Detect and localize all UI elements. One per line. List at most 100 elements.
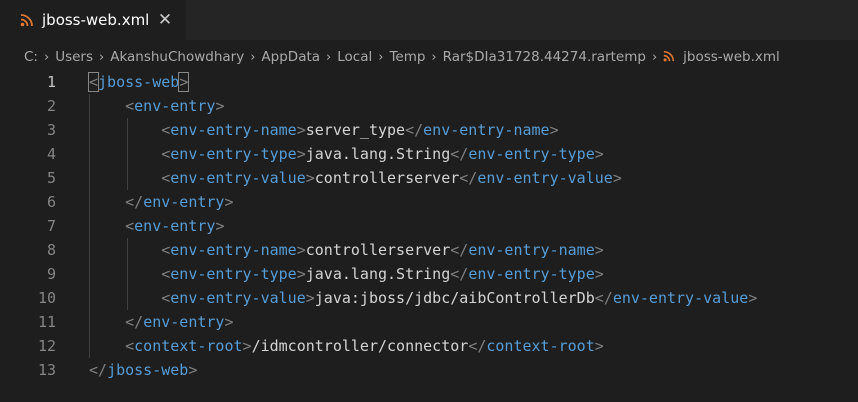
code-content: <env-entry-value>java:jboss/jdbc/aibCont… <box>89 286 757 310</box>
xml-text <box>89 337 125 355</box>
xml-bracket: > <box>594 145 604 163</box>
xml-tag-name: env-entry-name <box>170 121 297 139</box>
xml-tag-name: env-entry-type <box>468 265 595 283</box>
code-line[interactable]: 9 <env-entry-type>java.lang.String</env-… <box>0 262 858 286</box>
code-line[interactable]: 11 </env-entry> <box>0 310 858 334</box>
xml-tag-name: env-entry-value <box>612 289 749 307</box>
line-number: 1 <box>46 73 56 91</box>
xml-bracket: </ <box>89 361 108 379</box>
xml-bracket: > <box>242 337 252 355</box>
line-number: 9 <box>46 265 56 283</box>
code-line[interactable]: 8 <env-entry-name>controllerserver</env-… <box>0 238 858 262</box>
code-editor[interactable]: 1 <jboss-web> 2 <env-entry> 3 <env-entry-na… <box>0 70 858 402</box>
xml-bracket: < <box>125 337 135 355</box>
xml-bracket: </ <box>125 193 144 211</box>
xml-bracket: > <box>215 217 225 235</box>
chevron-right-icon: › <box>431 49 437 65</box>
rss-icon <box>20 14 33 27</box>
line-number: 3 <box>46 121 56 139</box>
code-line[interactable]: 4 <env-entry-type>java.lang.String</env-… <box>0 142 858 166</box>
xml-bracket: > <box>305 169 315 187</box>
xml-tag-name: env-entry <box>134 97 216 115</box>
xml-bracket: > <box>296 121 306 139</box>
code-content: <env-entry-type>java.lang.String</env-en… <box>89 262 604 286</box>
code-line[interactable]: 12 < context-root >/idmcontroller/connecto… <box>0 334 858 358</box>
xml-bracket: > <box>224 193 234 211</box>
xml-text <box>89 97 125 115</box>
code-line[interactable]: 6 </env-entry> <box>0 190 858 214</box>
code-line[interactable]: 10 <env-entry-value>java:jboss/jdbc/aibC… <box>0 286 858 310</box>
xml-text <box>89 313 125 331</box>
breadcrumb-item-users[interactable]: Users <box>55 49 93 65</box>
chevron-right-icon: › <box>43 49 50 65</box>
close-icon[interactable]: ✕ <box>156 10 174 30</box>
xml-bracket: < <box>161 241 171 259</box>
code-content: < context-root >/idmcontroller/connector</… <box>89 334 604 358</box>
xml-text <box>89 265 161 283</box>
xml-bracket: < <box>161 145 171 163</box>
xml-text: java.lang.String <box>305 145 451 163</box>
code-content: </jboss-web> <box>89 358 197 382</box>
xml-tag-name: env-entry-value <box>477 169 613 187</box>
xml-bracket: < <box>161 289 171 307</box>
chevron-right-icon: › <box>378 49 384 65</box>
xml-text <box>89 169 161 187</box>
xml-bracket: > <box>224 313 234 331</box>
xml-bracket: < <box>125 97 135 115</box>
xml-tag-name: env-entry-name <box>170 241 297 259</box>
xml-text: java.lang.String <box>305 265 451 283</box>
xml-tag-name: context-root <box>486 337 595 355</box>
xml-tag-name: env-entry-value <box>170 169 306 187</box>
xml-text: server_type <box>305 121 406 139</box>
xml-bracket: < <box>161 121 171 139</box>
breadcrumb-item-appdata[interactable]: AppData <box>261 49 320 65</box>
breadcrumb-item-rartemp[interactable]: Rar$DIa31728.44274.rartemp <box>443 49 646 65</box>
xml-bracket: > <box>296 145 306 163</box>
line-number: 11 <box>37 313 56 331</box>
code-content: </env-entry> <box>89 190 234 214</box>
line-number: 8 <box>46 241 56 259</box>
tab-jboss-web-xml[interactable]: jboss-web.xml ✕ <box>0 0 186 40</box>
xml-bracket: </ <box>450 265 469 283</box>
xml-bracket: > <box>594 241 604 259</box>
breadcrumb-item-file[interactable]: jboss-web.xml <box>663 49 780 65</box>
xml-text <box>89 145 161 163</box>
xml-bracket: > <box>748 289 758 307</box>
line-number: 5 <box>46 169 56 187</box>
xml-bracket: > <box>612 169 622 187</box>
code-content: <env-entry-value>controllerserver</env-e… <box>89 166 622 190</box>
xml-bracket: < <box>161 169 171 187</box>
code-line[interactable]: 2 <env-entry> <box>0 94 858 118</box>
tab-bar: jboss-web.xml ✕ <box>0 0 858 40</box>
line-number: 2 <box>46 97 56 115</box>
line-number: 13 <box>37 361 56 379</box>
code-line[interactable]: 7 <env-entry> <box>0 214 858 238</box>
breadcrumb-file-label: jboss-web.xml <box>683 49 780 65</box>
line-number: 10 <box>37 289 56 307</box>
xml-text: /idmcontroller/connector <box>251 337 469 355</box>
xml-bracket: </ <box>468 337 487 355</box>
tab-label: jboss-web.xml <box>42 11 150 29</box>
breadcrumb-item-drive[interactable]: C: <box>24 49 38 65</box>
xml-bracket: > <box>305 289 315 307</box>
breadcrumb: C: › Users › AkanshuChowdhary › AppData … <box>0 44 858 70</box>
xml-text <box>89 193 125 211</box>
code-line[interactable]: 13 </jboss-web> <box>0 358 858 382</box>
xml-tag-name: env-entry-name <box>468 241 595 259</box>
line-number: 12 <box>37 337 56 355</box>
rss-icon <box>663 50 675 62</box>
xml-text <box>89 121 161 139</box>
code-line[interactable]: 3 <env-entry-name>server_type</env-entry… <box>0 118 858 142</box>
breadcrumb-item-temp[interactable]: Temp <box>389 49 425 65</box>
breadcrumb-item-user[interactable]: AkanshuChowdhary <box>110 49 244 65</box>
xml-tag-name: env-entry <box>143 193 225 211</box>
breadcrumb-item-local[interactable]: Local <box>337 49 372 65</box>
code-content: </env-entry> <box>89 310 234 334</box>
code-line[interactable]: 1 <jboss-web> <box>0 70 858 94</box>
xml-tag-name: jboss-web <box>98 73 180 91</box>
code-content: <env-entry-name>server_type</env-entry-n… <box>89 118 558 142</box>
xml-bracket: < <box>87 72 100 92</box>
xml-text: controllerserver <box>314 169 460 187</box>
code-line[interactable]: 5 <env-entry-value>controllerserver</env… <box>0 166 858 190</box>
xml-tag-name: env-entry-name <box>423 121 550 139</box>
